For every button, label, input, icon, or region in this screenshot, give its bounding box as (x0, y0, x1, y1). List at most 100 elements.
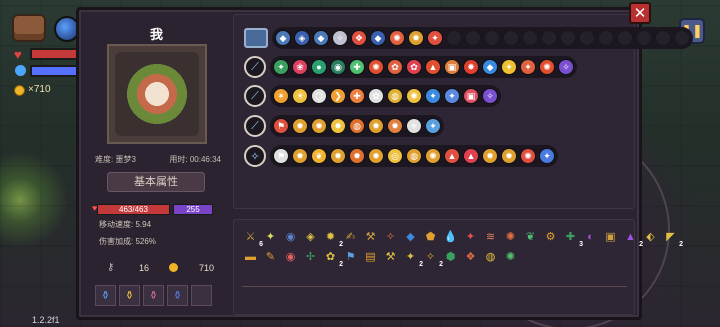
upgrade-icon[interactable]: ✺ (406, 88, 422, 104)
upgrade-icon[interactable]: ⬡ (311, 88, 327, 104)
upgrade-icon[interactable]: ✦ (520, 59, 536, 75)
potion-slot-cyan[interactable]: ⚱ (167, 285, 188, 306)
close-button[interactable]: ✕ (629, 2, 651, 24)
inventory-item-icon[interactable]: ◍ (482, 248, 499, 265)
upgrade-icon[interactable]: ✧ (332, 30, 348, 46)
weapon-staff-icon[interactable]: ⟋ (244, 56, 266, 78)
upgrade-icon[interactable]: ✹ (501, 148, 517, 164)
inventory-item-icon[interactable]: ⚒ (362, 228, 379, 245)
upgrade-icon[interactable]: ✹ (349, 148, 365, 164)
inventory-item-icon[interactable]: ⬢ (442, 248, 459, 265)
upgrade-icon[interactable]: ✦ (425, 88, 441, 104)
upgrade-icon[interactable]: ● (311, 59, 327, 75)
upgrade-icon[interactable]: ◈ (294, 30, 310, 46)
upgrade-icon[interactable]: ✸ (330, 118, 346, 134)
upgrade-icon[interactable]: ✸ (463, 59, 479, 75)
upgrade-icon[interactable]: ✧ (482, 88, 498, 104)
weapon-sword-icon[interactable]: ⟋ (244, 115, 266, 137)
inventory-item-icon[interactable]: ✍ (342, 228, 359, 245)
inventory-item-icon[interactable]: ✦ (462, 228, 479, 245)
upgrade-icon[interactable]: ✦ (427, 30, 443, 46)
inventory-item-icon[interactable]: ✺ (502, 228, 519, 245)
inventory-item-icon[interactable]: ⬟ (422, 228, 439, 245)
inventory-item-icon[interactable]: ▬ (242, 248, 259, 265)
upgrade-icon[interactable]: ✶ (273, 88, 289, 104)
upgrade-icon[interactable]: ◆ (275, 30, 291, 46)
inventory-item-icon[interactable]: ✹ 2 (322, 228, 343, 248)
upgrade-icon[interactable]: ◆ (313, 30, 329, 46)
inventory-item-icon[interactable]: ⚔ 6 (242, 228, 263, 248)
upgrade-icon[interactable]: ✹ (387, 118, 403, 134)
upgrade-icon[interactable]: ✹ (408, 30, 424, 46)
upgrade-icon[interactable]: ✹ (292, 148, 308, 164)
inventory-item-icon[interactable]: ✿ 2 (322, 248, 343, 268)
inventory-item-icon[interactable]: ◉ (282, 228, 299, 245)
upgrade-icon[interactable]: ✺ (539, 59, 555, 75)
upgrade-icon[interactable]: ⚑ (273, 148, 289, 164)
upgrade-icon[interactable]: ✹ (368, 148, 384, 164)
upgrade-icon[interactable]: ❖ (351, 30, 367, 46)
potion-slot-blue[interactable]: ⚱ (95, 285, 116, 306)
inventory-item-icon[interactable]: ◉ (282, 248, 299, 265)
upgrade-icon[interactable]: ✺ (425, 148, 441, 164)
upgrade-icon[interactable]: ✹ (368, 118, 384, 134)
inventory-item-icon[interactable]: ✺ (502, 248, 519, 265)
weapon-scepter-icon[interactable]: ✧ (244, 145, 266, 167)
inventory-item-icon[interactable]: ◐ (582, 228, 599, 245)
chest-slot-icon[interactable] (244, 28, 268, 48)
upgrade-icon[interactable]: ✦ (273, 59, 289, 75)
upgrade-icon[interactable]: ❦ (311, 148, 327, 164)
upgrade-icon[interactable]: ✦ (425, 118, 441, 134)
upgrade-icon[interactable]: ✚ (349, 59, 365, 75)
inventory-item-icon[interactable]: ✧ (382, 228, 399, 245)
upgrade-icon[interactable]: ⚑ (273, 118, 289, 134)
upgrade-icon[interactable]: ◆ (370, 30, 386, 46)
upgrade-icon[interactable]: ✺ (389, 30, 405, 46)
upgrade-icon[interactable]: ✦ (501, 59, 517, 75)
upgrade-icon[interactable]: ❀ (292, 59, 308, 75)
inventory-item-icon[interactable]: ❦ (522, 228, 539, 245)
inventory-item-icon[interactable]: ⬖ (642, 228, 659, 245)
upgrade-icon[interactable]: ✹ (292, 118, 308, 134)
upgrade-icon[interactable]: ✹ (311, 118, 327, 134)
potion-slot-empty[interactable] (191, 285, 212, 306)
upgrade-icon[interactable]: ✿ (387, 59, 403, 75)
inventory-item-icon[interactable]: ✢ (302, 248, 319, 265)
inventory-item-icon[interactable]: ⚒ (382, 248, 399, 265)
upgrade-icon[interactable]: ◍ (387, 88, 403, 104)
upgrade-icon[interactable]: ◍ (349, 118, 365, 134)
inventory-chest-icon[interactable] (12, 14, 46, 42)
upgrade-icon[interactable]: ▲ (444, 148, 460, 164)
upgrade-icon[interactable]: ▣ (463, 88, 479, 104)
inventory-item-icon[interactable]: ✦ 2 (402, 248, 423, 268)
inventory-item-icon[interactable]: ❖ (462, 248, 479, 265)
inventory-item-icon[interactable]: ▲ 2 (622, 228, 643, 249)
weapon-wand-icon[interactable]: ⟋ (244, 85, 266, 107)
inventory-item-icon[interactable]: ⚑ (342, 248, 359, 265)
upgrade-icon[interactable]: ▲ (463, 148, 479, 164)
upgrade-icon[interactable]: ✚ (349, 88, 365, 104)
potion-slot-yellow[interactable]: ⚱ (119, 285, 140, 306)
upgrade-icon[interactable]: ◉ (330, 59, 346, 75)
upgrade-icon[interactable]: ◆ (482, 59, 498, 75)
inventory-item-icon[interactable]: ✚ 3 (562, 228, 583, 248)
upgrade-icon[interactable]: ▲ (425, 59, 441, 75)
inventory-item-icon[interactable]: ✧ 2 (422, 248, 443, 268)
upgrade-icon[interactable]: ☀ (292, 88, 308, 104)
upgrade-icon[interactable]: ◍ (406, 148, 422, 164)
inventory-item-icon[interactable]: ⚙ (542, 228, 559, 245)
upgrade-icon[interactable]: ✿ (406, 59, 422, 75)
attributes-tab[interactable]: 基本属性 (107, 172, 205, 192)
upgrade-icon[interactable]: ✦ (444, 88, 460, 104)
inventory-item-icon[interactable]: ≋ (482, 228, 499, 245)
upgrade-icon[interactable]: ❯ (330, 88, 346, 104)
inventory-item-icon[interactable]: ✎ (262, 248, 279, 265)
inventory-item-icon[interactable]: ◈ (302, 228, 319, 245)
upgrade-icon[interactable]: ✦ (539, 148, 555, 164)
potion-slot-pink[interactable]: ⚱ (143, 285, 164, 306)
inventory-item-icon[interactable]: ▣ (602, 228, 619, 245)
inventory-item-icon[interactable]: 💧 (442, 228, 459, 245)
upgrade-icon[interactable]: ✧ (558, 59, 574, 75)
inventory-item-icon[interactable]: ◆ (402, 228, 419, 245)
upgrade-icon[interactable]: ▣ (444, 59, 460, 75)
